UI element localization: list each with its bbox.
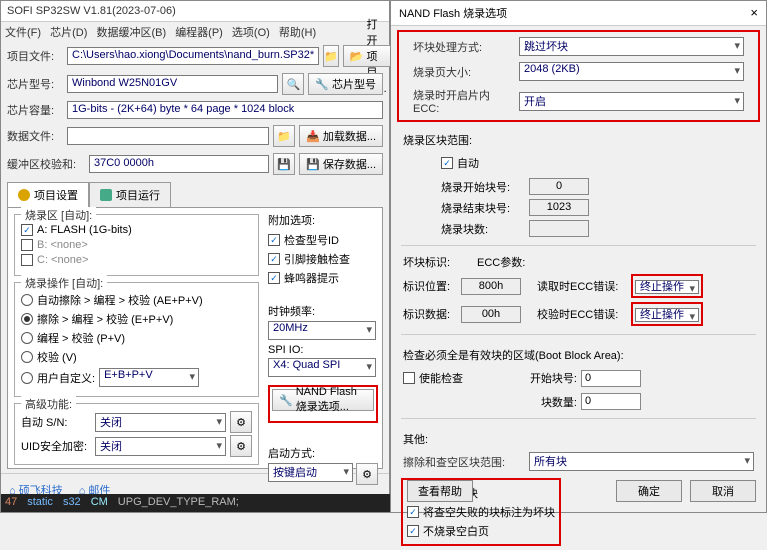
check-id-checkbox[interactable]: ✓ — [268, 234, 280, 246]
nand-options-dialog: NAND Flash 烧录选项 × 坏块处理方式:跳过坏块 烧录页大小:2048… — [390, 0, 767, 513]
area-b-checkbox[interactable] — [21, 239, 33, 251]
data-file-label: 数据文件: — [7, 128, 63, 144]
start-mode-select[interactable]: 按键启动 — [268, 463, 353, 482]
uid-config-icon[interactable]: ⚙ — [230, 435, 252, 457]
chip-capacity-label: 芯片容量: — [7, 102, 63, 118]
clock-select[interactable]: 20MHz — [268, 321, 376, 340]
browse-project-icon[interactable]: 📁 — [323, 45, 339, 67]
burn-op-group: 烧录操作 [自动]: 自动擦除 > 编程 > 校验 (AE+P+V) 擦除 > … — [14, 282, 259, 397]
op-verify-radio[interactable] — [21, 351, 33, 363]
run-icon — [100, 189, 112, 201]
menu-buffer[interactable]: 数据缓冲区(B) — [96, 27, 166, 39]
page-size-select[interactable]: 2048 (2KB) — [519, 62, 744, 81]
auto-range-checkbox[interactable]: ✓ — [441, 157, 453, 169]
settings-panel: 烧录区 [自动]: ✓A: FLASH (1G-bits) B: <none> … — [7, 207, 383, 469]
chip-lookup-icon[interactable]: 🔍 — [282, 73, 304, 95]
tabs: 项目设置 项目运行 — [7, 182, 383, 207]
end-block-input: 1023 — [529, 199, 589, 216]
menu-chip[interactable]: 芯片(D) — [50, 27, 87, 39]
browse-data-icon[interactable]: 📁 — [273, 125, 295, 147]
chip-model-button[interactable]: 🔧 芯片型号 — [308, 73, 383, 95]
menu-options[interactable]: 选项(O) — [232, 27, 270, 39]
pin-check-checkbox[interactable]: ✓ — [268, 253, 280, 265]
start-block-input: 0 — [529, 178, 589, 195]
ok-button[interactable]: 确定 — [616, 480, 682, 502]
save-data-button[interactable]: 💾 保存数据... — [299, 153, 383, 175]
gear-icon — [18, 189, 30, 201]
bad-block-select[interactable]: 跳过坏块 — [519, 37, 744, 56]
mark-count-input[interactable]: 00h — [461, 306, 521, 323]
menu-file[interactable]: 文件(F) — [5, 27, 41, 39]
no-burn-blank-checkbox[interactable]: ✓ — [407, 525, 419, 537]
tab-settings[interactable]: 项目设置 — [7, 182, 89, 207]
buzzer-checkbox[interactable]: ✓ — [268, 272, 280, 284]
menu-programmer[interactable]: 编程器(P) — [175, 27, 223, 39]
nand-options-button[interactable]: 🔧 NAND Flash 烧录选项... — [272, 389, 374, 411]
op-erase-prog-radio[interactable] — [21, 313, 33, 325]
erase-range-select[interactable]: 所有块 — [529, 452, 754, 471]
statusbar: 47 static s32 CM UPG_DEV_TYPE_RAM; — [1, 494, 391, 512]
start-mode-config-icon[interactable]: ⚙ — [356, 463, 378, 485]
save-data-icon[interactable]: 💾 — [273, 153, 295, 175]
auto-sn-config-icon[interactable]: ⚙ — [230, 411, 252, 433]
block-count-input — [529, 220, 589, 237]
cancel-button[interactable]: 取消 — [690, 480, 756, 502]
right-column: 附加选项: ✓检查型号ID ✓引脚接触检查 ✓蜂鸣器提示 时钟频率: 20MHz… — [268, 212, 378, 490]
chip-model-input[interactable]: Winbond W25N01GV — [67, 75, 278, 93]
uid-select[interactable]: 关闭 — [95, 437, 226, 456]
mark-pos-input[interactable]: 800h — [461, 278, 521, 295]
verify-ecc-select[interactable]: 终止操作 — [635, 308, 699, 322]
op-prog-ver-radio[interactable] — [21, 332, 33, 344]
chip-capacity-input: 1G-bits - (2K+64) byte * 64 page * 1024 … — [67, 101, 383, 119]
buffer-checksum-input: 37C0 0000h — [89, 155, 269, 173]
buffer-checksum-label: 缓冲区校验和: — [7, 156, 85, 172]
mark-blank-fail-checkbox[interactable]: ✓ — [407, 506, 419, 518]
boot-count-input[interactable]: 0 — [581, 393, 641, 410]
tab-run[interactable]: 项目运行 — [89, 182, 171, 207]
ecc-select[interactable]: 开启 — [519, 92, 744, 111]
close-icon[interactable]: × — [750, 5, 758, 21]
data-file-input[interactable] — [67, 127, 269, 145]
enable-check-checkbox[interactable] — [403, 372, 415, 384]
chip-model-label: 芯片型号: — [7, 76, 63, 92]
op-auto-erase-radio[interactable] — [21, 294, 33, 306]
help-button[interactable]: 查看帮助 — [407, 480, 473, 502]
area-c-checkbox[interactable] — [21, 254, 33, 266]
burn-area-group: 烧录区 [自动]: ✓A: FLASH (1G-bits) B: <none> … — [14, 214, 259, 276]
dialog-title: NAND Flash 烧录选项 — [399, 5, 507, 21]
project-file-input[interactable]: C:\Users\hao.xiong\Documents\nand_burn.S… — [67, 47, 319, 65]
project-file-label: 项目文件: — [7, 48, 63, 64]
main-title: SOFI SP32SW V1.81(2023-07-06) — [1, 1, 389, 22]
op-user-def-radio[interactable] — [21, 372, 33, 384]
advanced-group: 高级功能: 自动 S/N:关闭⚙ UID安全加密:关闭⚙ — [14, 403, 259, 465]
area-a-checkbox[interactable]: ✓ — [21, 224, 33, 236]
open-project-button[interactable]: 📂 打开项目文... — [343, 45, 394, 67]
spi-io-select[interactable]: X4: Quad SPI — [268, 358, 376, 377]
boot-start-input[interactable]: 0 — [581, 370, 641, 387]
user-def-select[interactable]: E+B+P+V — [99, 368, 199, 387]
auto-sn-select[interactable]: 关闭 — [95, 413, 226, 432]
menubar: 文件(F) 芯片(D) 数据缓冲区(B) 编程器(P) 选项(O) 帮助(H) — [1, 22, 389, 42]
main-window: SOFI SP32SW V1.81(2023-07-06) 文件(F) 芯片(D… — [0, 0, 390, 513]
read-ecc-select[interactable]: 终止操作 — [635, 280, 699, 294]
menu-help[interactable]: 帮助(H) — [279, 27, 316, 39]
load-data-button[interactable]: 📥 加载数据... — [299, 125, 383, 147]
